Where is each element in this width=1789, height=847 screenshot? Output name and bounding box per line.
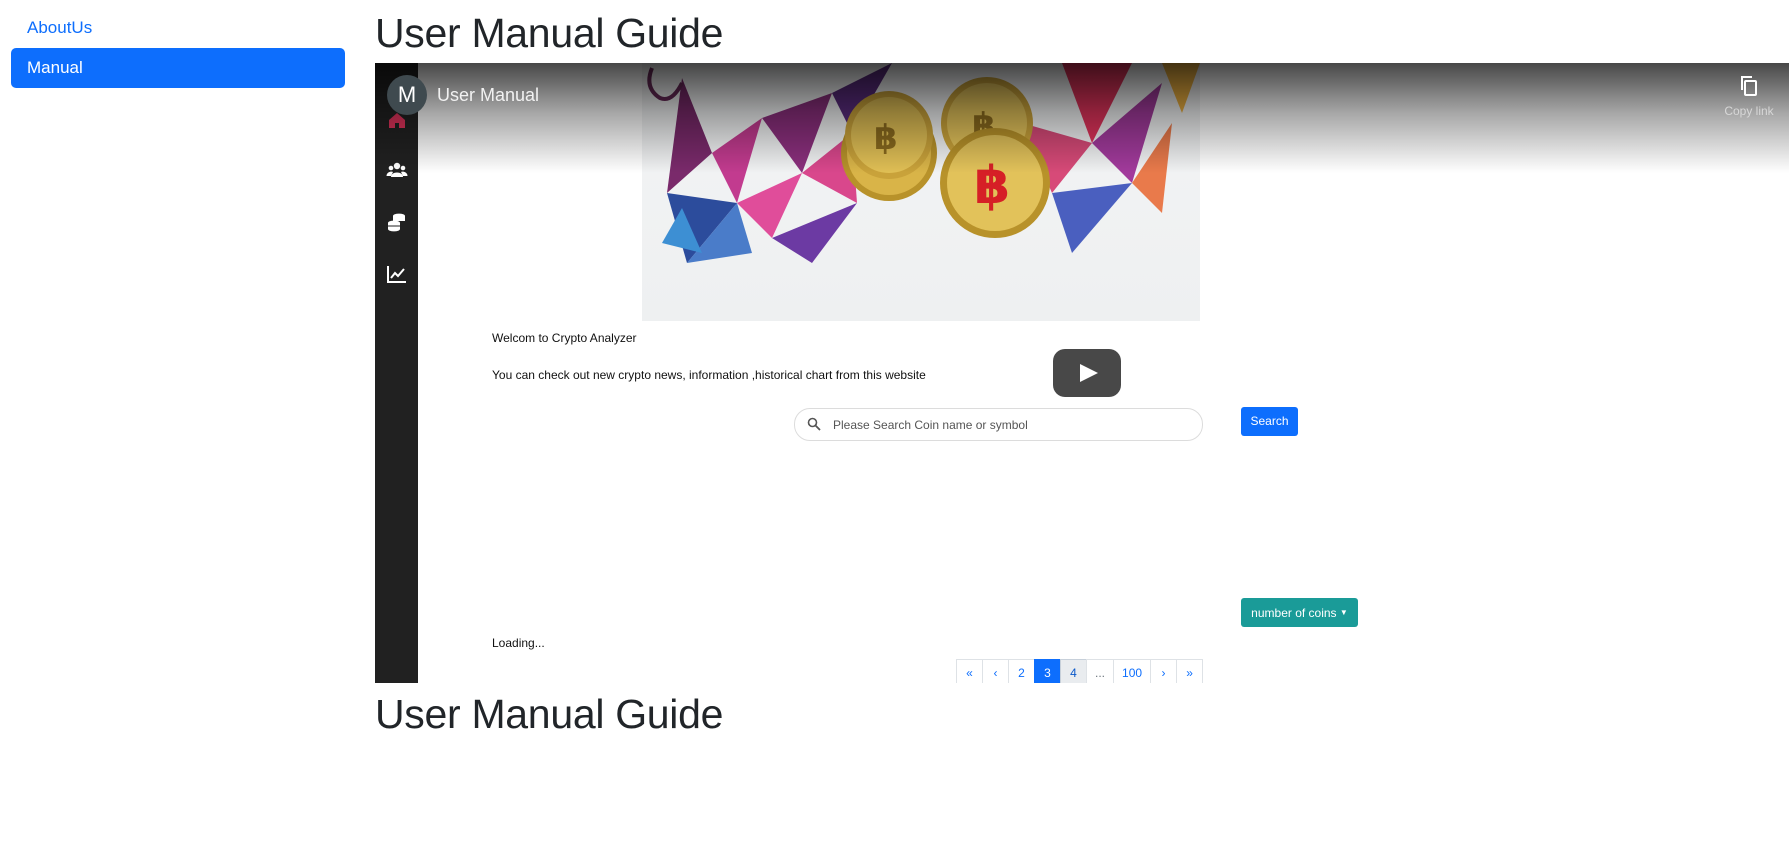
coins-icon — [388, 213, 405, 232]
page-next[interactable]: › — [1150, 659, 1178, 683]
page-ellipsis: ... — [1086, 659, 1115, 683]
video-player[interactable]: ฿ ฿ ฿ M User Manual Copy link Welcom to … — [375, 63, 1789, 683]
search-button[interactable]: Search — [1241, 407, 1298, 436]
number-of-coins-label: number of coins — [1251, 606, 1337, 620]
coin-search-box — [794, 408, 1203, 441]
welcome-text: Welcom to Crypto Analyzer — [492, 331, 637, 345]
video-topbar — [375, 63, 1789, 173]
page-first[interactable]: « — [956, 659, 983, 683]
sidebar-item-manual[interactable]: Manual — [11, 48, 345, 88]
sidebar-item-aboutus[interactable]: AboutUs — [11, 8, 345, 48]
page-4[interactable]: 4 — [1060, 659, 1087, 683]
page-2[interactable]: 2 — [1008, 659, 1035, 683]
chart-icon — [387, 266, 406, 283]
coin-search-input[interactable] — [831, 415, 1185, 435]
channel-avatar[interactable]: M — [387, 75, 427, 115]
copy-link-button[interactable]: Copy link — [1719, 75, 1779, 118]
page-3[interactable]: 3 — [1034, 659, 1061, 683]
page-last[interactable]: » — [1176, 659, 1204, 683]
page-title-secondary: User Manual Guide — [375, 691, 724, 737]
page-prev[interactable]: ‹ — [982, 659, 1009, 683]
page-100[interactable]: 100 — [1113, 659, 1152, 683]
play-button[interactable] — [1053, 349, 1121, 397]
pagination: « ‹ 2 3 4 ... 100 › » — [956, 659, 1204, 683]
loading-text: Loading... — [492, 636, 545, 650]
copy-icon — [1741, 76, 1757, 96]
copy-link-label: Copy link — [1724, 104, 1774, 118]
caret-down-icon: ▼ — [1339, 608, 1348, 617]
page-title: User Manual Guide — [375, 10, 724, 56]
sidebar-nav: AboutUs Manual — [11, 8, 345, 88]
video-title[interactable]: User Manual — [437, 85, 539, 106]
search-icon — [807, 417, 821, 431]
description-text: You can check out new crypto news, infor… — [492, 368, 926, 382]
number-of-coins-dropdown[interactable]: number of coins ▼ — [1241, 598, 1358, 627]
